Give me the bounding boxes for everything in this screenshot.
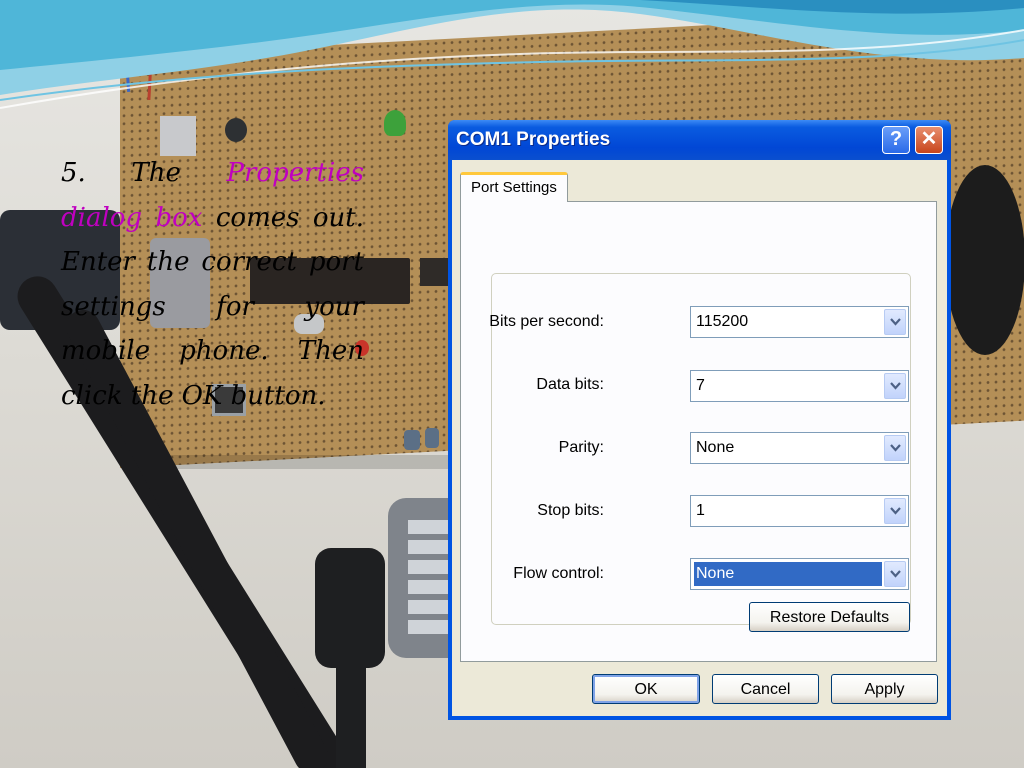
- tab-port-settings[interactable]: Port Settings: [460, 172, 568, 202]
- parity-label: Parity:: [558, 439, 604, 456]
- data-bits-value: 7: [696, 377, 705, 394]
- flow-control-label: Flow control:: [513, 565, 604, 582]
- capacitor: [425, 428, 439, 448]
- bits-per-second-value: 115200: [696, 313, 749, 330]
- data-bits-label: Data bits:: [536, 376, 604, 393]
- close-icon[interactable]: ✕: [915, 126, 943, 154]
- settings-group: Bits per second: 115200 Data bits: 7 Par…: [489, 273, 911, 625]
- restore-defaults-button[interactable]: Restore Defaults: [749, 602, 910, 632]
- dialog-client-area: Port Settings Bits per second: 115200 Da…: [452, 160, 947, 716]
- flow-control-value: None: [694, 562, 882, 586]
- header-wave-decoration: [0, 0, 1024, 109]
- plug-cable: [336, 660, 366, 768]
- instruction-text-rest: comes out. Enter the correct port settin…: [61, 202, 365, 411]
- board-shadow: [150, 455, 450, 469]
- chevron-down-icon[interactable]: [884, 435, 906, 461]
- tab-page-port-settings: Bits per second: 115200 Data bits: 7 Par…: [460, 201, 937, 662]
- bits-per-second-label: Bits per second:: [489, 313, 604, 330]
- chevron-down-icon[interactable]: [884, 373, 906, 399]
- capacitor: [404, 430, 420, 450]
- flow-control-select[interactable]: None: [690, 558, 909, 590]
- stop-bits-label: Stop bits:: [537, 502, 604, 519]
- capacitor: [225, 118, 247, 142]
- chevron-down-icon[interactable]: [884, 309, 906, 335]
- stop-bits-value: 1: [696, 502, 705, 519]
- voltage-regulator: [160, 116, 196, 156]
- phone-plug: [315, 548, 385, 668]
- stop-bits-select[interactable]: 1: [690, 495, 909, 527]
- chevron-down-icon[interactable]: [884, 498, 906, 524]
- dialog-titlebar[interactable]: COM1 Properties ? ✕: [448, 120, 951, 160]
- help-icon[interactable]: ?: [882, 126, 910, 154]
- instruction-text: 5. The Properties dialog box comes out. …: [61, 151, 364, 418]
- bits-per-second-select[interactable]: 115200: [690, 306, 909, 338]
- data-bits-select[interactable]: 7: [690, 370, 909, 402]
- parity-value: None: [696, 439, 735, 456]
- com1-properties-dialog: COM1 Properties ? ✕ Port Settings Bits p…: [448, 120, 951, 720]
- cancel-button[interactable]: Cancel: [712, 674, 819, 704]
- phone-keypad: [408, 520, 448, 640]
- step-number: 5.: [61, 158, 86, 188]
- instruction-text-lead: The: [131, 158, 181, 188]
- ok-button[interactable]: OK: [592, 674, 700, 704]
- dialog-title: COM1 Properties: [456, 129, 611, 150]
- parity-select[interactable]: None: [690, 432, 909, 464]
- chevron-down-icon[interactable]: [884, 561, 906, 587]
- speaker: [945, 165, 1024, 355]
- apply-button[interactable]: Apply: [831, 674, 938, 704]
